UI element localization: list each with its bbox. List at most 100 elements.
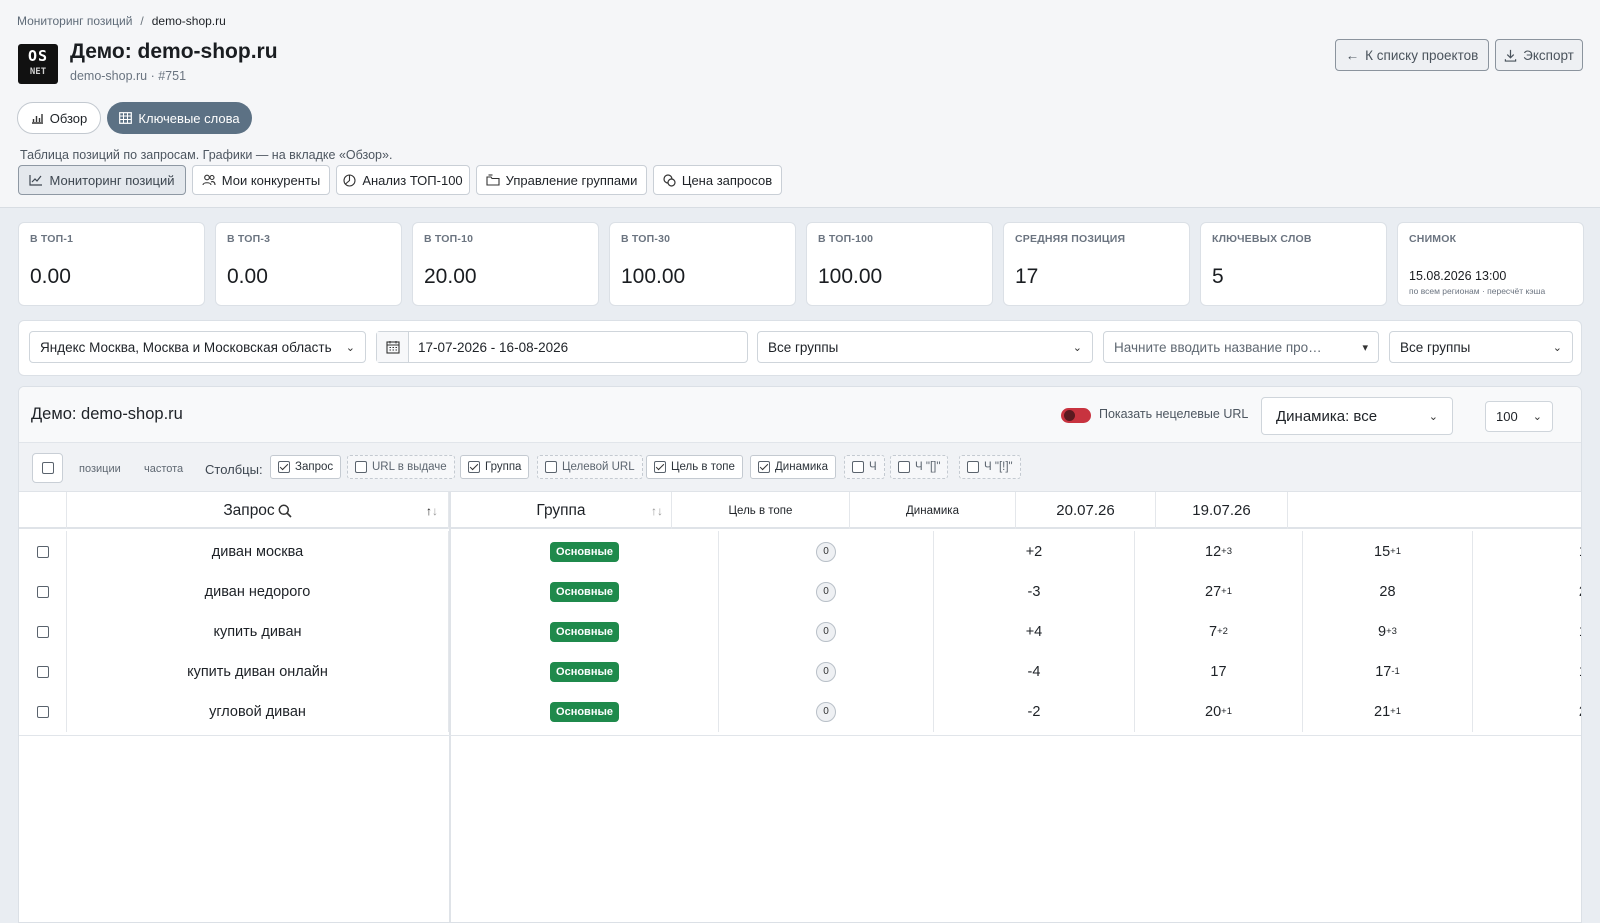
goal-cell: 0 (719, 531, 934, 572)
subtab-top100-analysis[interactable]: Анализ ТОП-100 (336, 165, 470, 195)
column-chip-freq-brackets[interactable]: Ч "[]" (890, 455, 949, 479)
stat-card-keywords: КЛЮЧЕВЫХ СЛОВ 5 (1200, 222, 1387, 306)
column-chip-group[interactable]: Группа (460, 455, 530, 479)
stat-card-top1: В ТОП-1 0.00 (18, 222, 205, 306)
query-cell[interactable]: купить диван онлайн (67, 651, 449, 692)
caret-down-icon: ▾ (1362, 341, 1368, 354)
group-badge: Основные (550, 581, 619, 602)
subtab-competitors[interactable]: Мои конкуренты (192, 165, 330, 195)
goal-count-badge: 0 (816, 661, 836, 682)
chevron-down-icon: ⌄ (1552, 341, 1562, 354)
back-to-projects-button[interactable]: ← К списку проектов (1335, 39, 1489, 71)
table-row: угловой диван Основные 0 -220+121+12 (19, 691, 1581, 732)
position-cell-date-1: 17 (1135, 651, 1303, 692)
project-search-select[interactable]: Начните вводить название про… ▾ (1103, 331, 1379, 363)
frozen-column-divider (449, 492, 451, 922)
page-size-select[interactable]: 100 ⌄ (1485, 401, 1553, 432)
pie-chart-icon (343, 173, 356, 187)
query-cell[interactable]: диван недорого (67, 571, 449, 612)
chevron-down-icon: ⌄ (1532, 411, 1542, 423)
page-hint: Таблица позиций по запросам. Графики — н… (20, 148, 393, 162)
users-icon (202, 174, 216, 186)
query-cell[interactable]: диван москва (67, 531, 449, 572)
column-chip-dynamics[interactable]: Динамика (750, 455, 836, 479)
sort-icon[interactable]: ↑↓ (651, 504, 663, 518)
dynamics-select[interactable]: Динамика: все ⌄ (1261, 397, 1453, 435)
dynamics-cell: -4 (934, 651, 1135, 692)
query-cell[interactable]: купить диван (67, 611, 449, 652)
frequency-mode[interactable]: частота (144, 463, 183, 475)
bar-chart-icon (31, 114, 43, 124)
row-checkbox-cell (19, 531, 67, 572)
column-header-dynamics[interactable]: Динамика (850, 492, 1016, 529)
column-chip-freq-exact[interactable]: Ч "[!]" (959, 455, 1021, 479)
position-cell-date-3: 1 (1473, 531, 1581, 572)
group-badge: Основные (550, 701, 619, 722)
row-checkbox[interactable] (36, 665, 49, 678)
goal-cell: 0 (719, 691, 934, 732)
sort-asc-icon[interactable]: ↑↓ (426, 504, 438, 518)
table-row: купить диван Основные 0 +47+29+31 (19, 611, 1581, 652)
page-header: Мониторинг позиций / demo-shop.ru OS NET Де… (0, 0, 1600, 208)
export-button[interactable]: Экспорт (1495, 39, 1583, 71)
line-chart-icon (29, 175, 43, 186)
page-title: Демо: demo-shop.ru (70, 40, 278, 63)
row-checkbox-cell (19, 691, 67, 732)
position-cell-date-2: 9 +3 (1303, 611, 1473, 652)
row-checkbox[interactable] (36, 585, 49, 598)
column-header-query[interactable]: Запрос ↑↓ (67, 492, 449, 529)
stat-card-top10: В ТОП-10 20.00 (412, 222, 599, 306)
position-cell-date-3: 2 (1473, 691, 1581, 732)
query-cell[interactable]: угловой диван (67, 691, 449, 732)
position-cell-date-1: 12 +3 (1135, 531, 1303, 572)
stat-card-top30: В ТОП-30 100.00 (609, 222, 796, 306)
goal-count-badge: 0 (816, 581, 836, 602)
group-cell: Основные (451, 691, 719, 732)
column-chip-serp-url[interactable]: URL в выдаче (347, 455, 455, 479)
tab-overview[interactable]: Обзор (17, 102, 101, 134)
groups-select-2[interactable]: Все группы ⌄ (1389, 331, 1573, 363)
row-checkbox[interactable] (36, 705, 49, 718)
column-chip-goal-in-top[interactable]: Цель в топе (646, 455, 743, 479)
column-header-date-1[interactable]: 20.07.26 (1016, 492, 1156, 529)
position-cell-date-1: 7 +2 (1135, 611, 1303, 652)
breadcrumb-parent[interactable]: Мониторинг позиций (17, 14, 132, 28)
column-header-date-2[interactable]: 19.07.26 (1156, 492, 1288, 529)
project-logo: OS NET (18, 44, 58, 84)
breadcrumb: Мониторинг позиций / demo-shop.ru (17, 14, 226, 28)
dynamics-cell: +2 (934, 531, 1135, 572)
positions-table-panel: Демо: demo-shop.ru Показать нецелевые UR… (18, 386, 1582, 923)
panel-title: Демо: demo-shop.ru (31, 405, 183, 423)
subtab-position-monitoring[interactable]: Мониторинг позиций (18, 165, 186, 195)
subtab-group-management[interactable]: Управление группами (476, 165, 647, 195)
position-cell-date-3: 2 (1473, 571, 1581, 612)
show-nontarget-url-toggle[interactable] (1061, 408, 1091, 423)
search-icon[interactable] (278, 504, 292, 518)
calendar-icon (377, 332, 409, 362)
positions-mode[interactable]: позиции (79, 463, 121, 475)
folders-icon (486, 174, 500, 186)
row-checkbox[interactable] (36, 545, 49, 558)
column-chip-freq[interactable]: Ч (844, 455, 885, 479)
column-chip-query[interactable]: Запрос (270, 455, 342, 479)
column-header-goal-in-top[interactable]: Цель в топе (672, 492, 850, 529)
region-select[interactable]: Яндекс Москва, Москва и Московская облас… (29, 331, 366, 363)
group-cell: Основные (451, 611, 719, 652)
row-checkbox-cell (19, 611, 67, 652)
subtab-query-price[interactable]: Цена запросов (653, 165, 782, 195)
master-checkbox[interactable] (32, 453, 63, 483)
chevron-down-icon: ⌄ (1072, 341, 1082, 354)
dynamics-cell: +4 (934, 611, 1135, 652)
position-cell-date-2: 21 +1 (1303, 691, 1473, 732)
stat-card-snapshot: СНИМОК 15.08.2026 13:00 по всем регионам ·… (1397, 222, 1584, 306)
tab-keywords[interactable]: Ключевые слова (107, 102, 252, 134)
panel-header: Демо: demo-shop.ru Показать нецелевые UR… (19, 387, 1581, 443)
groups-select[interactable]: Все группы ⌄ (757, 331, 1093, 363)
column-chip-target-url[interactable]: Целевой URL (537, 455, 643, 479)
row-checkbox[interactable] (36, 625, 49, 638)
table-header: Запрос ↑↓ Группа ↑↓ Цель в топе Динамика… (19, 492, 1581, 529)
column-header-group[interactable]: Группа ↑↓ (451, 492, 672, 529)
position-cell-date-3: 1 (1473, 611, 1581, 652)
date-range-picker[interactable]: 17-07-2026 - 16-08-2026 (376, 331, 748, 363)
group-cell: Основные (451, 571, 719, 612)
